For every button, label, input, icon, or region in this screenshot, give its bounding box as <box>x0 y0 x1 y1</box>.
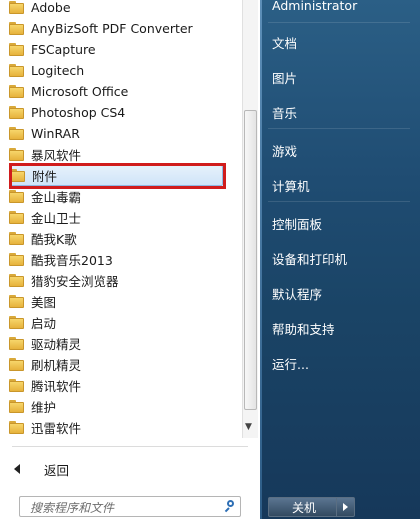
folder-icon <box>9 232 25 245</box>
menu-documents[interactable]: 文档 <box>272 33 297 52</box>
program-folder-kingsoft-antivirus[interactable]: 金山毒霸 <box>9 186 229 207</box>
separator <box>12 446 248 447</box>
program-folder-driver-genius[interactable]: 驱动精灵 <box>9 333 229 354</box>
highlight-annotation-box <box>9 163 226 189</box>
program-label: 迅雷软件 <box>31 421 82 436</box>
folder-icon <box>9 43 25 56</box>
menu-run[interactable]: 运行... <box>272 354 309 373</box>
folder-icon <box>9 358 25 371</box>
program-folder-anybizsoft[interactable]: AnyBizSoft PDF Converter <box>9 18 229 39</box>
program-label: 启动 <box>31 316 57 331</box>
program-folder-tencent[interactable]: 腾讯软件 <box>9 375 229 396</box>
menu-default-programs[interactable]: 默认程序 <box>272 284 322 303</box>
folder-icon <box>9 106 25 119</box>
back-button[interactable]: 返回 <box>14 459 69 479</box>
program-folder-microsoft-office[interactable]: Microsoft Office <box>9 81 229 102</box>
programs-scrollbar[interactable]: ▼ <box>242 0 258 438</box>
right-separator <box>268 22 410 23</box>
menu-devices-printers[interactable]: 设备和打印机 <box>272 249 347 268</box>
folder-icon <box>9 127 25 140</box>
arrow-right-icon <box>343 503 348 511</box>
program-folder-meitu[interactable]: 美图 <box>9 291 229 312</box>
program-folder-adobe[interactable]: Adobe <box>9 0 229 18</box>
program-folder-startup[interactable]: 启动 <box>9 312 229 333</box>
program-label: Photoshop CS4 <box>31 105 126 120</box>
program-label: 金山卫士 <box>31 211 82 226</box>
back-label: 返回 <box>44 462 70 478</box>
right-separator <box>268 201 410 202</box>
folder-icon <box>9 253 25 266</box>
programs-panel: Adobe AnyBizSoft PDF Converter FSCapture… <box>0 0 260 519</box>
program-label: 猎豹安全浏览器 <box>31 274 119 289</box>
folder-icon <box>9 22 25 35</box>
folder-icon <box>9 421 25 434</box>
right-menu-panel: Administrator 文档 图片 音乐 游戏 计算机 控制面板 设备和打印… <box>260 0 420 519</box>
folder-icon <box>9 337 25 350</box>
search-icon[interactable] <box>224 500 234 513</box>
program-label: AnyBizSoft PDF Converter <box>31 21 193 36</box>
menu-help-support[interactable]: 帮助和支持 <box>272 319 335 338</box>
folder-icon <box>9 211 25 224</box>
folder-icon <box>9 1 25 14</box>
folder-icon <box>9 379 25 392</box>
program-label: Microsoft Office <box>31 84 129 99</box>
program-label: WinRAR <box>31 126 80 141</box>
program-label: 维护 <box>31 400 57 415</box>
menu-pictures[interactable]: 图片 <box>272 68 297 87</box>
folder-icon <box>9 190 25 203</box>
menu-games[interactable]: 游戏 <box>272 141 297 160</box>
shutdown-options-button[interactable] <box>336 497 355 517</box>
program-folder-liebao-browser[interactable]: 猎豹安全浏览器 <box>9 270 229 291</box>
program-folder-kuwo-music[interactable]: 酷我音乐2013 <box>9 249 229 270</box>
user-name-item[interactable]: Administrator <box>272 0 357 13</box>
folder-icon <box>9 148 25 161</box>
program-folder-xunlei[interactable]: 迅雷软件 <box>9 417 229 438</box>
program-folder-kingsoft-guard[interactable]: 金山卫士 <box>9 207 229 228</box>
program-folder-baofeng[interactable]: 暴风软件 <box>9 144 229 165</box>
folder-icon <box>9 274 25 287</box>
scroll-down-arrow-icon[interactable]: ▼ <box>245 422 252 432</box>
search-box[interactable]: 搜索程序和文件 <box>19 496 241 517</box>
program-folder-kuwo-kge[interactable]: 酷我K歌 <box>9 228 229 249</box>
program-label: Logitech <box>31 63 85 78</box>
program-label: 暴风软件 <box>31 148 82 163</box>
menu-music[interactable]: 音乐 <box>272 103 297 122</box>
program-folder-winrar[interactable]: WinRAR <box>9 123 229 144</box>
search-input[interactable]: 搜索程序和文件 <box>30 499 114 516</box>
program-label: 腾讯软件 <box>31 379 82 394</box>
program-label: 酷我音乐2013 <box>31 253 113 268</box>
folder-icon <box>9 295 25 308</box>
program-label: 驱动精灵 <box>31 337 82 352</box>
back-arrow-icon <box>14 464 20 474</box>
folder-icon <box>9 316 25 329</box>
program-label: FSCapture <box>31 42 96 57</box>
folder-icon <box>9 64 25 77</box>
program-folder-flash-genius[interactable]: 刷机精灵 <box>9 354 229 375</box>
programs-list: Adobe AnyBizSoft PDF Converter FSCapture… <box>0 0 242 438</box>
program-label: 刷机精灵 <box>31 358 82 373</box>
program-folder-fscapture[interactable]: FSCapture <box>9 39 229 60</box>
folder-icon <box>9 85 25 98</box>
program-label: 酷我K歌 <box>31 232 77 247</box>
menu-control-panel[interactable]: 控制面板 <box>272 214 322 233</box>
menu-computer[interactable]: 计算机 <box>272 176 310 195</box>
folder-icon <box>9 400 25 413</box>
program-folder-logitech[interactable]: Logitech <box>9 60 229 81</box>
program-label: 美图 <box>31 295 57 310</box>
program-label: Adobe <box>31 0 71 15</box>
program-folder-maintenance[interactable]: 维护 <box>9 396 229 417</box>
shutdown-button[interactable]: 关机 <box>268 497 340 517</box>
scrollbar-thumb[interactable] <box>244 110 257 410</box>
right-separator <box>268 128 410 129</box>
program-label: 金山毒霸 <box>31 190 82 205</box>
program-folder-photoshop[interactable]: Photoshop CS4 <box>9 102 229 123</box>
